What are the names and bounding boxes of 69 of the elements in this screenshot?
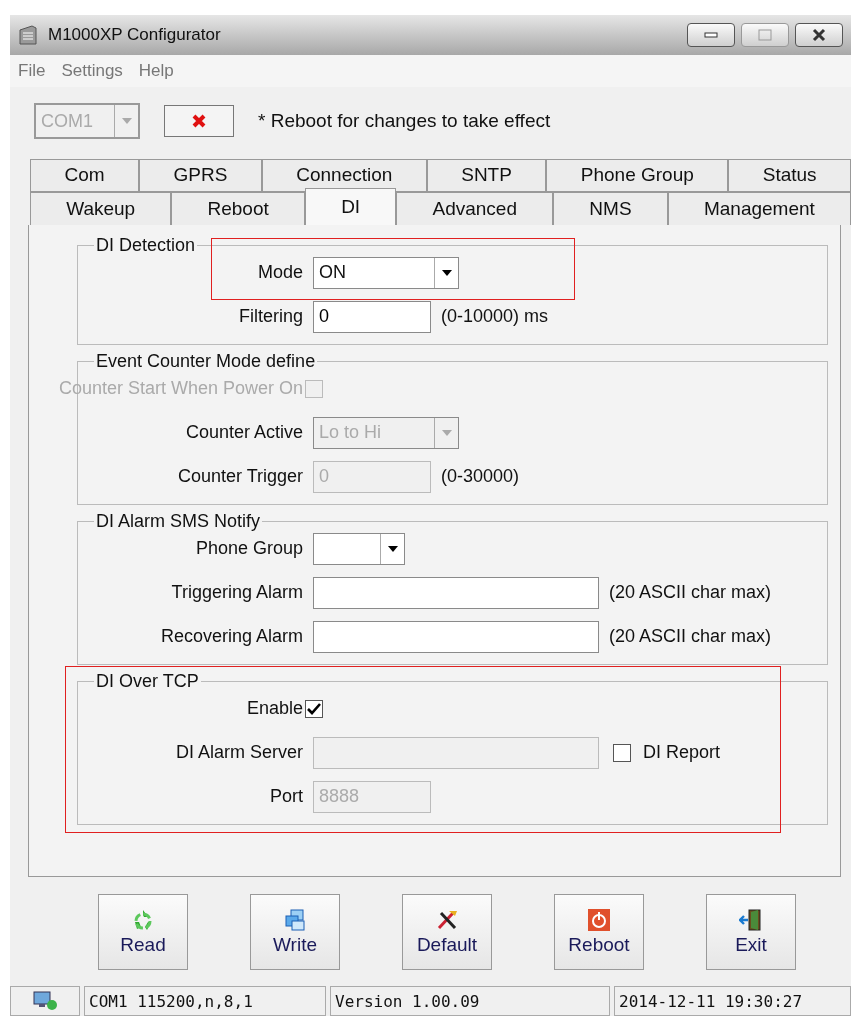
maximize-icon	[757, 28, 773, 41]
field-label: Filtering	[238, 306, 303, 328]
tab[interactable]: Status	[728, 158, 851, 192]
tab[interactable]: GPRS	[139, 158, 262, 192]
minimize-button[interactable]	[687, 22, 735, 47]
group-title: Event Counter Mode define	[95, 350, 317, 372]
tab[interactable]: Management	[667, 191, 851, 225]
close-button[interactable]	[795, 22, 843, 47]
checkbox[interactable]	[305, 699, 323, 718]
tab[interactable]: Connection	[261, 158, 427, 192]
menu-item[interactable]: Help	[138, 61, 174, 81]
window-title: M1000XP Configurator	[48, 24, 222, 45]
check-icon	[307, 702, 321, 715]
range-hint: (20 ASCII char max)	[609, 582, 772, 604]
field-label: Mode	[257, 262, 303, 284]
menu-item[interactable]: File	[18, 61, 46, 81]
group-title: DI Alarm SMS Notify	[95, 510, 262, 532]
minimize-icon	[703, 30, 719, 39]
cross-icon	[192, 114, 206, 129]
action-button[interactable]: Write	[250, 893, 340, 970]
power-icon	[587, 907, 611, 932]
dropdown[interactable]: ON	[313, 256, 459, 289]
group-title: DI Detection	[95, 234, 197, 256]
dropdown-arrow-icon	[387, 545, 398, 552]
field-label: Counter Start When Power On	[58, 378, 303, 400]
field-label: Enable	[246, 698, 303, 720]
status-cell: Version 1.00.09	[330, 986, 610, 1016]
dropdown[interactable]	[313, 532, 405, 565]
reboot-note: * Reboot for changes to take effect	[258, 110, 551, 133]
range-hint: (20 ASCII char max)	[609, 626, 772, 648]
tab[interactable]: DI	[304, 187, 397, 225]
field-label: Phone Group	[195, 538, 303, 560]
menu-item[interactable]: Settings	[61, 61, 123, 81]
network-computer-icon	[32, 991, 58, 1012]
action-button[interactable]: Exit	[706, 893, 796, 970]
tab[interactable]: Wakeup	[30, 191, 172, 225]
windows-icon	[283, 907, 307, 932]
field-label: Counter Active	[185, 422, 303, 444]
action-button[interactable]: Read	[98, 893, 188, 970]
dropdown-arrow-icon	[121, 118, 132, 125]
field-label: Recovering Alarm	[160, 626, 303, 648]
field-label: Triggering Alarm	[171, 582, 303, 604]
group-title: DI Over TCP	[95, 670, 200, 692]
input-field[interactable]: 0	[313, 300, 431, 333]
input-field[interactable]	[313, 576, 599, 609]
field-label: Counter Trigger	[177, 466, 303, 488]
range-hint: (0-30000)	[441, 466, 520, 488]
tab[interactable]: Advanced	[396, 191, 554, 225]
tab[interactable]: Reboot	[171, 191, 305, 225]
close-icon	[811, 27, 827, 42]
dropdown-arrow-icon	[441, 269, 452, 276]
door-exit-icon	[739, 907, 763, 932]
status-cell: COM1 115200,n,8,1	[84, 986, 326, 1016]
action-button[interactable]: Default	[402, 893, 492, 970]
dropdown-arrow-icon	[441, 429, 452, 436]
action-button[interactable]: Reboot	[554, 893, 644, 970]
app-icon	[18, 23, 38, 46]
tab[interactable]: Phone Group	[546, 158, 729, 192]
checkbox-label: DI Report	[643, 742, 721, 764]
maximize-button[interactable]	[741, 22, 789, 47]
tab[interactable]: Com	[30, 158, 139, 192]
input-field[interactable]	[313, 620, 599, 653]
field-label: DI Alarm Server	[175, 742, 303, 764]
range-hint: (0-10000) ms	[441, 306, 549, 328]
field-label: Port	[270, 786, 303, 808]
tab[interactable]: SNTP	[426, 158, 547, 192]
status-cell: 2014-12-11 19:30:27	[614, 986, 851, 1016]
disconnect-button[interactable]	[164, 105, 234, 138]
tab[interactable]: NMS	[553, 191, 668, 225]
